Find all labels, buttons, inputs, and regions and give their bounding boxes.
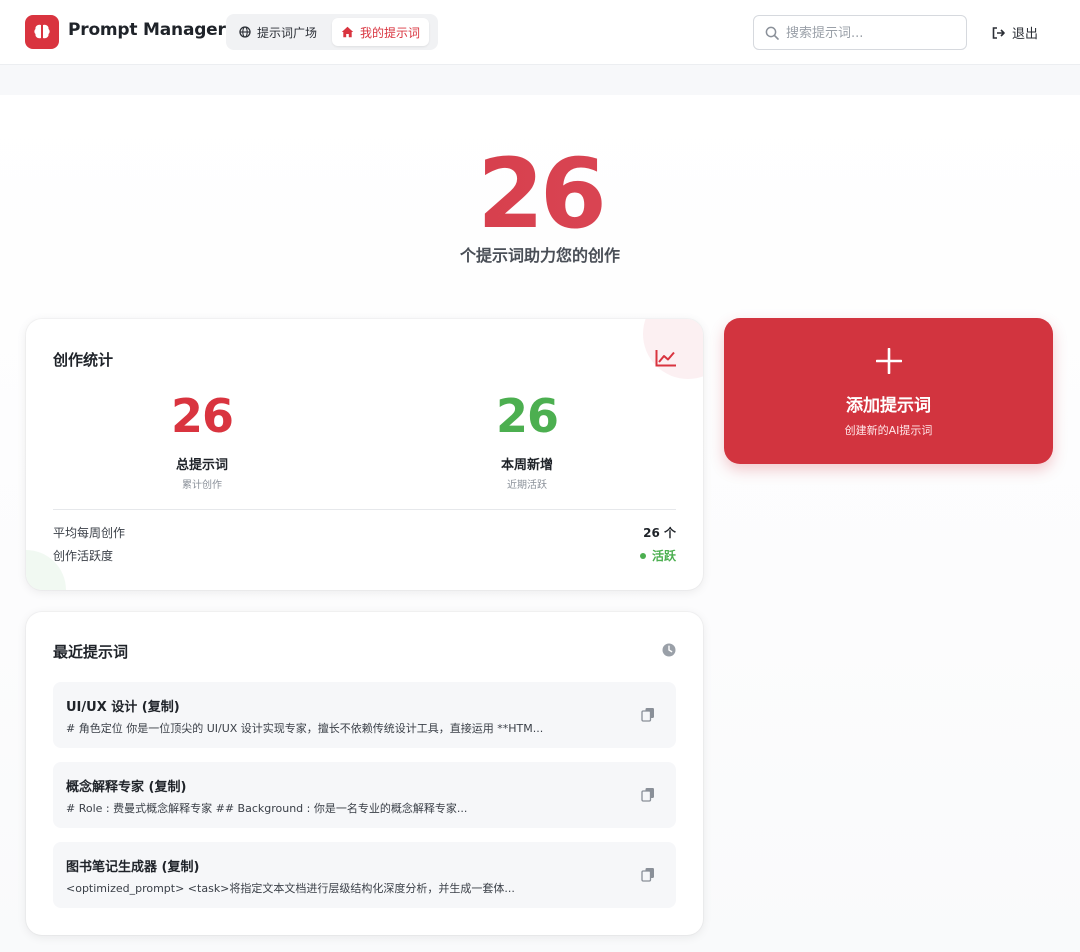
copy-icon[interactable] [641,867,655,882]
hero-prompt-count: 26 [0,146,1080,242]
list-item[interactable]: 概念解释专家 (复制) # Role : 费曼式概念解释专家 ## Backgr… [53,762,676,828]
chart-line-icon [655,350,676,367]
tab-label: 我的提示词 [360,25,421,40]
weekly-new-label: 本周新增 [500,458,553,473]
add-prompt-title: 添加提示词 [846,396,931,416]
stats-card: 创作统计 26 总提示词 累计创作 26 本周新增 近期活跃 平均每周创作 26… [26,319,703,590]
total-prompts-value: 26 [170,389,234,443]
total-prompts-hint: 累计创作 [182,480,222,491]
logout-label: 退出 [1012,27,1039,42]
sign-out-icon [992,26,1005,39]
item-title: 概念解释专家 (复制) [66,780,187,795]
status-dot-icon [639,552,646,559]
item-description: <optimized_prompt> <task>将指定文本文档进行层级结构化深… [66,882,515,895]
item-title: 图书笔记生成器 (复制) [66,860,200,875]
activity-value: 活跃 [651,549,676,563]
item-description: # Role : 费曼式概念解释专家 ## Background : 你是一名专… [66,802,468,815]
weekly-new-hint: 近期活跃 [507,480,547,491]
app-title: Prompt Manager [68,20,226,40]
home-icon [341,26,354,38]
avg-weekly-label: 平均每周创作 [53,526,126,540]
tab-label: 提示词广场 [257,25,318,40]
item-description: # 角色定位 你是一位顶尖的 UI/UX 设计实现专家，擅长不依赖传统设计工具，… [66,722,544,735]
activity-label: 创作活跃度 [53,549,114,563]
list-item[interactable]: UI/UX 设计 (复制) # 角色定位 你是一位顶尖的 UI/UX 设计实现专… [53,682,676,748]
top-nav-bar: Prompt Manager 提示词广场 我的提示词 退出 [0,0,1080,65]
list-item[interactable]: 图书笔记生成器 (复制) <optimized_prompt> <task>将指… [53,842,676,908]
recent-prompts-card: 最近提示词 UI/UX 设计 (复制) # 角色定位 你是一位顶尖的 UI/UX… [26,612,703,935]
logout-button[interactable]: 退出 [992,23,1038,42]
add-prompt-button[interactable]: 添加提示词 创建新的AI提示词 [724,318,1053,464]
add-prompt-subtitle: 创建新的AI提示词 [844,424,933,437]
search-input[interactable] [786,22,958,44]
activity-status: 活跃 [639,547,676,564]
item-title: UI/UX 设计 (复制) [66,700,180,715]
search-box[interactable] [753,15,967,50]
clock-icon [662,643,676,657]
recent-title: 最近提示词 [53,643,129,661]
brain-icon [34,24,50,39]
tab-prompt-square[interactable]: 提示词广场 [230,18,326,46]
search-icon [765,26,779,40]
copy-icon[interactable] [641,787,655,802]
plus-icon [876,348,902,374]
globe-icon [239,26,251,38]
total-prompts-label: 总提示词 [175,458,228,473]
tab-my-prompts[interactable]: 我的提示词 [332,18,430,46]
avg-weekly-value: 26 个 [643,526,676,540]
divider [53,509,676,510]
app-logo[interactable] [25,15,59,49]
hero-subtitle: 个提示词助力您的创作 [459,246,620,265]
weekly-new-value: 26 [495,389,559,443]
stats-title: 创作统计 [53,351,114,369]
nav-tabs: 提示词广场 我的提示词 [226,14,438,50]
copy-icon[interactable] [641,707,655,722]
